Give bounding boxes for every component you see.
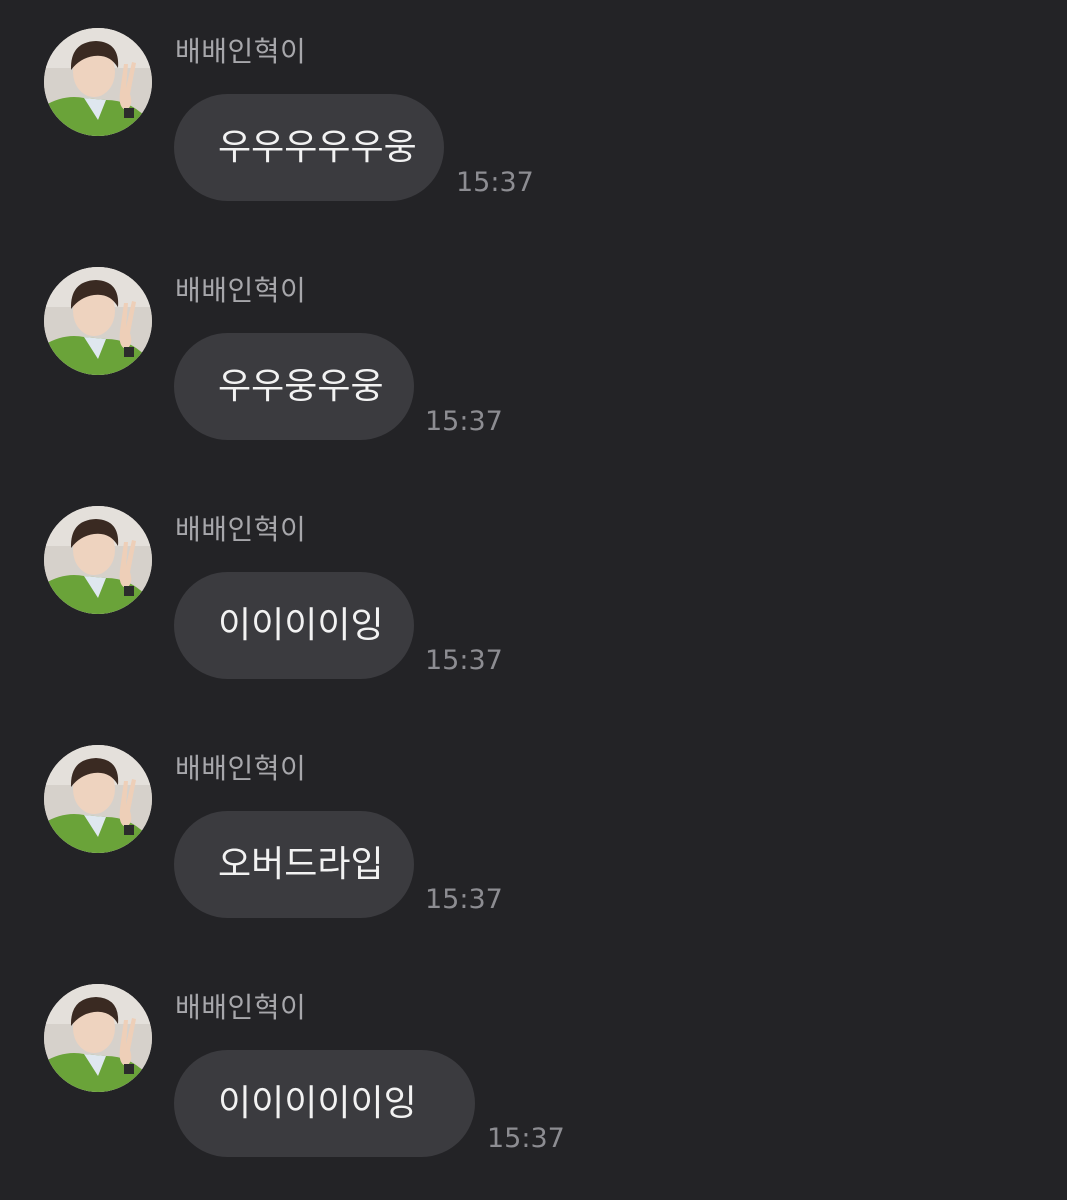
profile-photo-icon [44, 28, 152, 136]
message-bubble[interactable]: 우우웅우웅 [174, 333, 414, 440]
message-row: 배배인혁이 오버드라입 15:37 [0, 745, 1067, 925]
avatar[interactable] [44, 506, 152, 614]
avatar[interactable] [44, 984, 152, 1092]
message-time: 15:37 [456, 167, 534, 198]
avatar[interactable] [44, 745, 152, 853]
avatar[interactable] [44, 28, 152, 136]
chat-thread: 배배인혁이 우우우우우웅 15:37 배배인혁이 우우웅우웅 15:37 배배인… [0, 0, 1067, 1200]
profile-photo-icon [44, 984, 152, 1092]
sender-name: 배배인혁이 [175, 991, 307, 1024]
message-time: 15:37 [425, 884, 503, 915]
message-row: 배배인혁이 이이이이이잉 15:37 [0, 984, 1067, 1164]
message-bubble[interactable]: 우우우우우웅 [174, 94, 444, 201]
message-time: 15:37 [487, 1123, 565, 1154]
message-bubble[interactable]: 이이이이이잉 [174, 1050, 475, 1157]
message-time: 15:37 [425, 645, 503, 676]
profile-photo-icon [44, 506, 152, 614]
sender-name: 배배인혁이 [175, 35, 307, 68]
message-bubble[interactable]: 이이이이잉 [174, 572, 414, 679]
sender-name: 배배인혁이 [175, 274, 307, 307]
sender-name: 배배인혁이 [175, 752, 307, 785]
message-bubble[interactable]: 오버드라입 [174, 811, 414, 918]
profile-photo-icon [44, 267, 152, 375]
message-row: 배배인혁이 우우웅우웅 15:37 [0, 267, 1067, 447]
profile-photo-icon [44, 745, 152, 853]
message-row: 배배인혁이 우우우우우웅 15:37 [0, 28, 1067, 208]
message-time: 15:37 [425, 406, 503, 437]
sender-name: 배배인혁이 [175, 513, 307, 546]
avatar[interactable] [44, 267, 152, 375]
message-row: 배배인혁이 이이이이잉 15:37 [0, 506, 1067, 686]
